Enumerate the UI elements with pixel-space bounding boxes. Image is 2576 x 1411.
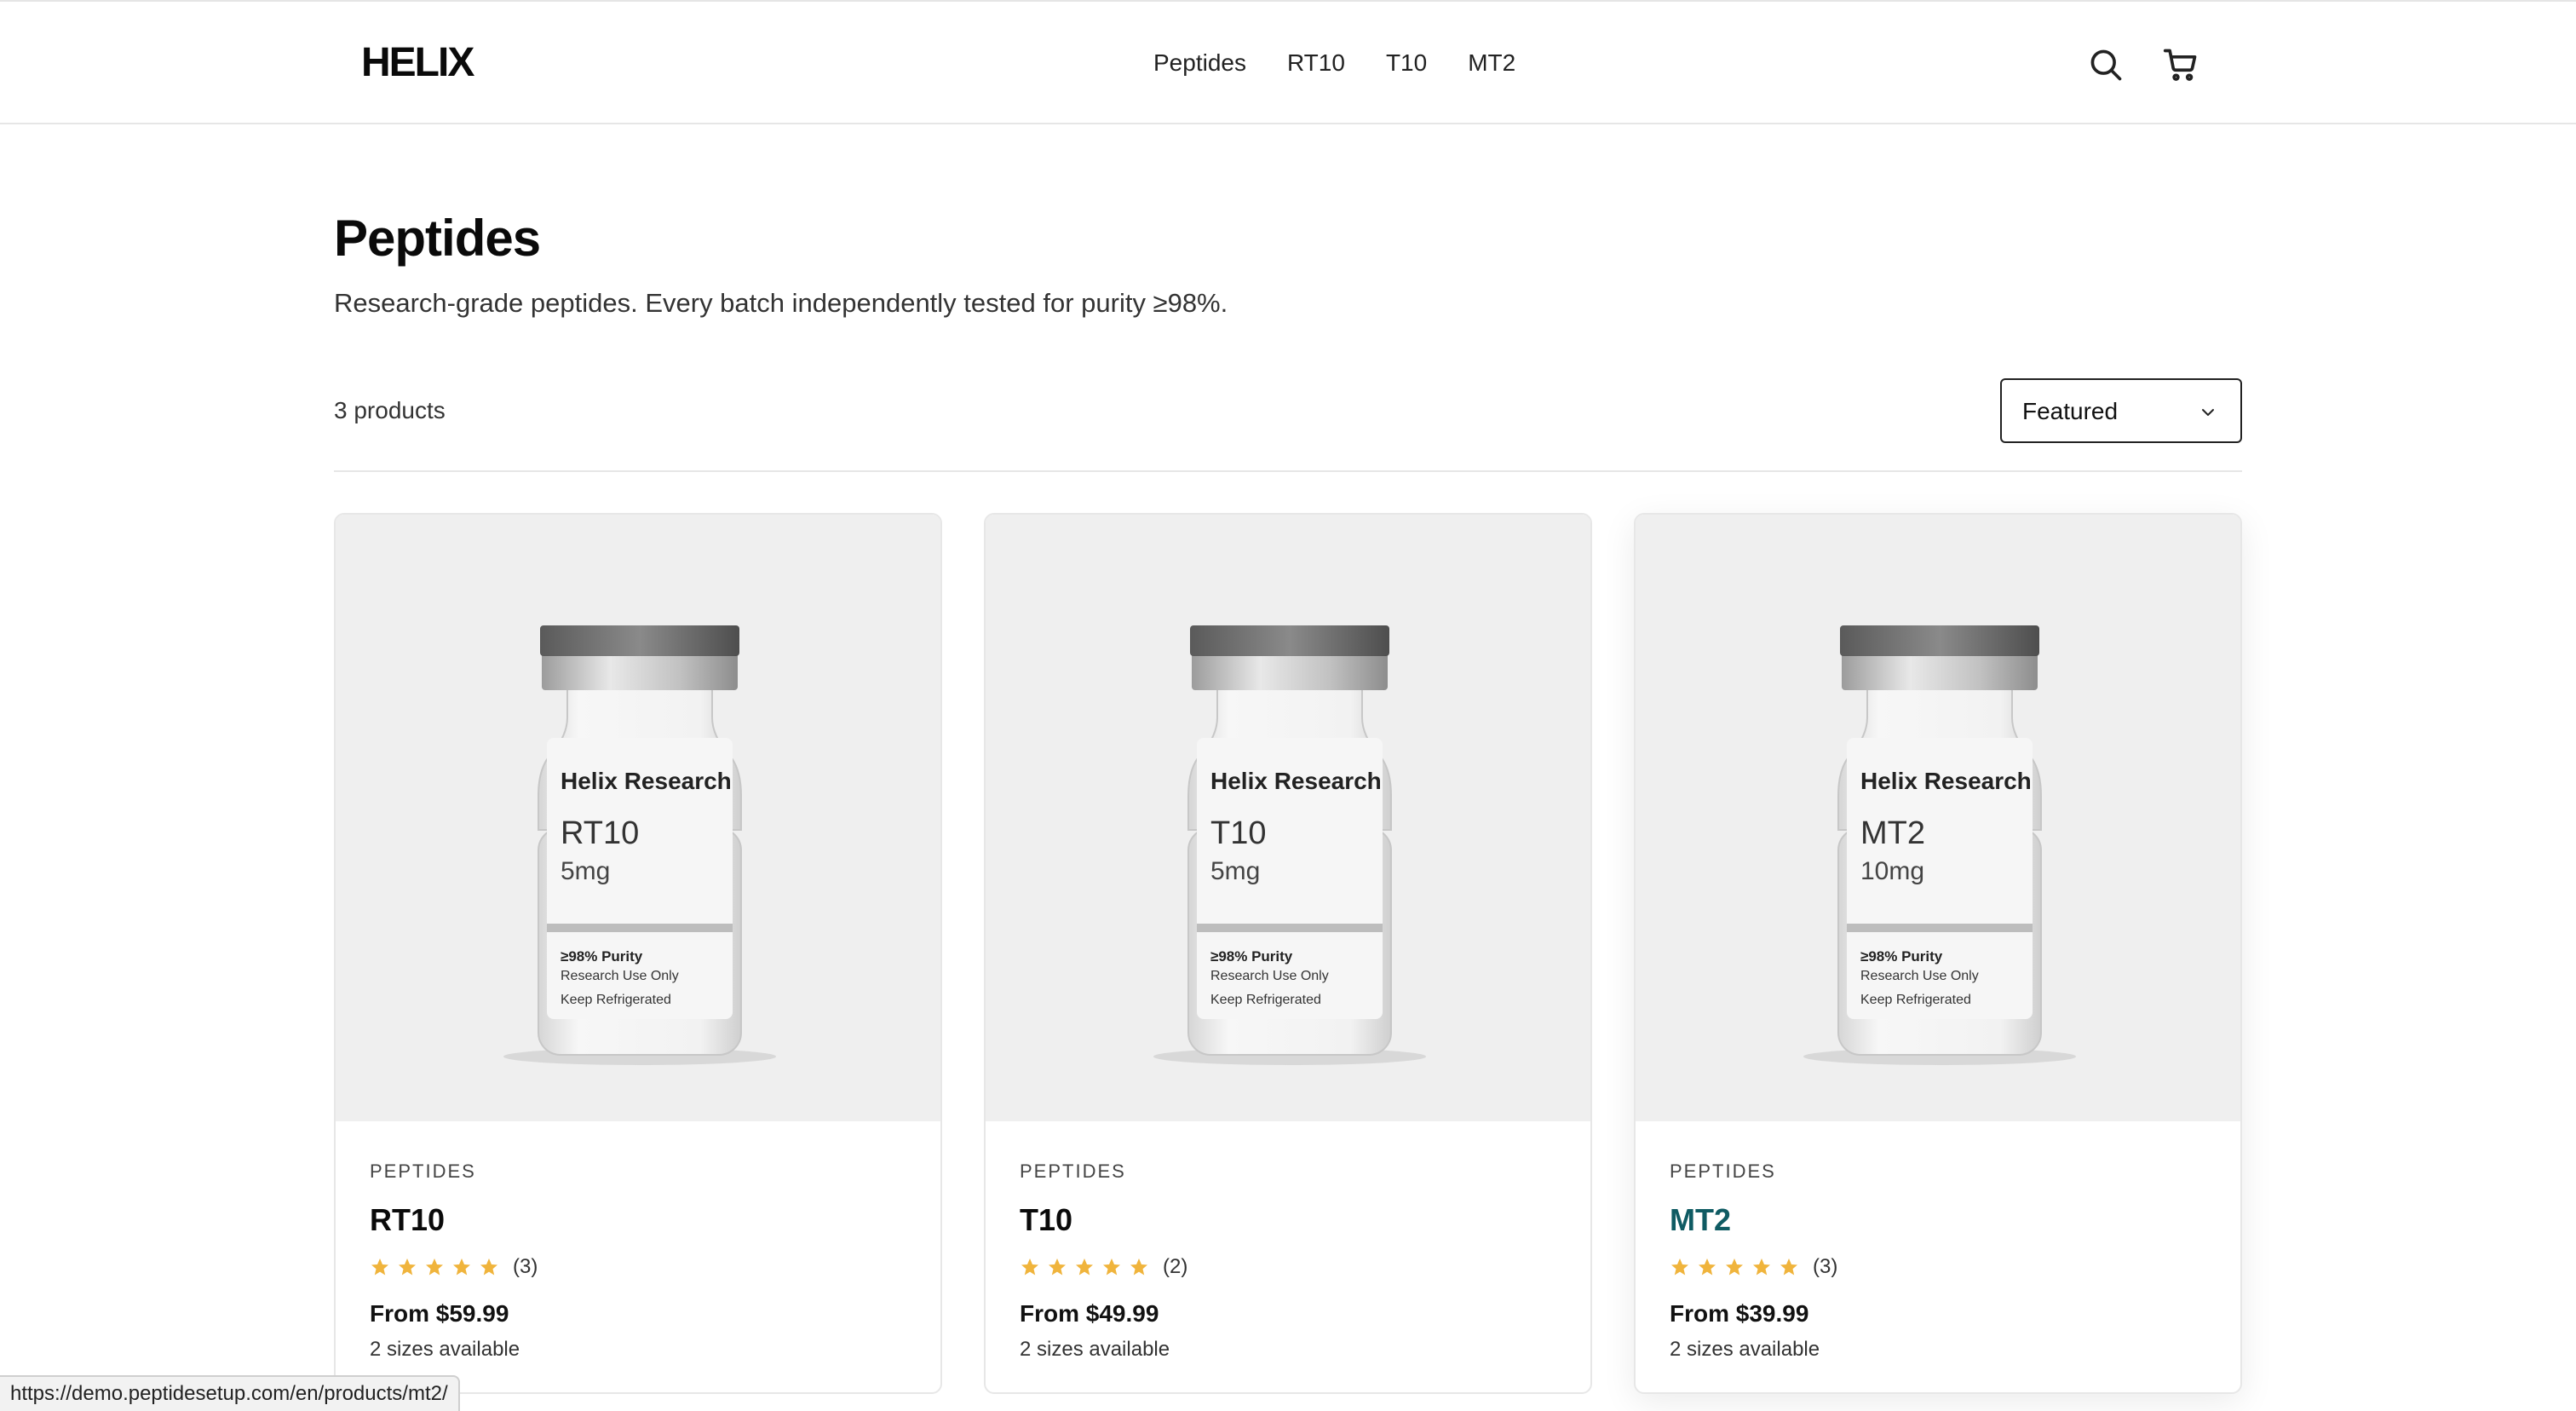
vial-purity: ≥98% Purity <box>1210 948 1293 965</box>
product-name[interactable]: RT10 <box>370 1201 906 1239</box>
nav-link-t10[interactable]: T10 <box>1386 46 1427 80</box>
product-image[interactable]: Helix Research RT10 5mg ≥98% Purity Rese… <box>336 515 940 1121</box>
star-icon <box>399 1258 416 1276</box>
vial-purity: ≥98% Purity <box>1860 948 1943 965</box>
vial-use: Research Use Only <box>1860 969 1979 983</box>
divider <box>334 470 2242 472</box>
star-icon <box>1780 1258 1797 1276</box>
logo[interactable]: HELIX <box>361 39 474 87</box>
vial-dose: 10mg <box>1860 857 1924 885</box>
vial-brand: Helix Research <box>1860 768 2032 794</box>
product-price: From $59.99 <box>370 1300 509 1327</box>
site-header: HELIX Peptides RT10 T10 MT2 <box>0 0 2576 124</box>
star-rating <box>1020 1257 1149 1277</box>
search-icon[interactable] <box>2087 46 2125 84</box>
product-price: From $39.99 <box>1670 1300 1809 1327</box>
star-icon <box>1753 1258 1770 1276</box>
sort-selected-label: Featured <box>2022 398 2119 424</box>
product-price: From $49.99 <box>1020 1300 1159 1327</box>
product-count: 3 products <box>334 397 446 423</box>
vial-storage: Keep Refrigerated <box>1860 993 1971 1007</box>
status-bar-url: https://demo.peptidesetup.com/en/product… <box>0 1375 460 1411</box>
page-title: Peptides <box>334 210 541 267</box>
product-card[interactable]: Helix Research MT2 10mg ≥98% Purity Rese… <box>1634 513 2242 1394</box>
product-card[interactable]: Helix Research T10 5mg ≥98% Purity Resea… <box>984 513 1592 1394</box>
star-icon <box>1726 1258 1743 1276</box>
vial-name: T10 <box>1210 815 1266 851</box>
sort-select[interactable]: Featured <box>2000 378 2242 443</box>
review-count: (3) <box>1813 1255 1838 1278</box>
product-image[interactable]: Helix Research T10 5mg ≥98% Purity Resea… <box>986 515 1590 1121</box>
vial-illustration: Helix Research RT10 5mg ≥98% Purity Rese… <box>503 625 776 1065</box>
star-rating <box>370 1257 499 1277</box>
star-icon <box>1103 1258 1120 1276</box>
product-sizes: 2 sizes available <box>1020 1338 1170 1361</box>
product-image[interactable]: Helix Research MT2 10mg ≥98% Purity Rese… <box>1636 515 2240 1121</box>
product-name[interactable]: MT2 <box>1670 1201 2206 1239</box>
page-description: Research-grade peptides. Every batch ind… <box>334 288 1228 318</box>
product-rating: (2) <box>1020 1253 1556 1281</box>
vial-name: RT10 <box>561 815 639 851</box>
star-icon <box>1699 1258 1716 1276</box>
star-icon <box>1076 1258 1093 1276</box>
vial-name: MT2 <box>1860 815 1925 851</box>
star-icon <box>1671 1258 1688 1276</box>
star-icon <box>426 1258 443 1276</box>
vial-brand: Helix Research <box>1210 768 1382 794</box>
product-sizes: 2 sizes available <box>370 1338 520 1361</box>
product-category: PEPTIDES <box>370 1160 476 1182</box>
vial-illustration: Helix Research MT2 10mg ≥98% Purity Rese… <box>1803 625 2076 1065</box>
product-name[interactable]: T10 <box>1020 1201 1556 1239</box>
vial-use: Research Use Only <box>561 969 679 983</box>
chevron-down-icon <box>2202 409 2214 416</box>
main-nav: Peptides RT10 T10 MT2 <box>1153 46 1556 80</box>
cart-icon[interactable] <box>2162 46 2199 84</box>
product-card[interactable]: Helix Research RT10 5mg ≥98% Purity Rese… <box>334 513 942 1394</box>
nav-link-peptides[interactable]: Peptides <box>1153 46 1246 80</box>
star-rating <box>1670 1257 1799 1277</box>
star-icon <box>1021 1258 1038 1276</box>
vial-illustration: Helix Research T10 5mg ≥98% Purity Resea… <box>1153 625 1426 1065</box>
product-rating: (3) <box>370 1253 906 1281</box>
star-icon <box>453 1258 470 1276</box>
product-sizes: 2 sizes available <box>1670 1338 1820 1361</box>
vial-storage: Keep Refrigerated <box>1210 993 1321 1007</box>
vial-purity: ≥98% Purity <box>561 948 643 965</box>
vial-brand: Helix Research <box>561 768 732 794</box>
star-icon <box>1130 1258 1147 1276</box>
vial-storage: Keep Refrigerated <box>561 993 671 1007</box>
review-count: (3) <box>513 1255 538 1278</box>
vial-use: Research Use Only <box>1210 969 1329 983</box>
review-count: (2) <box>1163 1255 1188 1278</box>
vial-dose: 5mg <box>1210 857 1260 885</box>
star-icon <box>371 1258 388 1276</box>
product-category: PEPTIDES <box>1020 1160 1126 1182</box>
vial-dose: 5mg <box>561 857 610 885</box>
star-icon <box>480 1258 497 1276</box>
product-rating: (3) <box>1670 1253 2206 1281</box>
product-category: PEPTIDES <box>1670 1160 1776 1182</box>
star-icon <box>1049 1258 1066 1276</box>
nav-link-rt10[interactable]: RT10 <box>1287 46 1345 80</box>
nav-link-mt2[interactable]: MT2 <box>1468 46 1515 80</box>
